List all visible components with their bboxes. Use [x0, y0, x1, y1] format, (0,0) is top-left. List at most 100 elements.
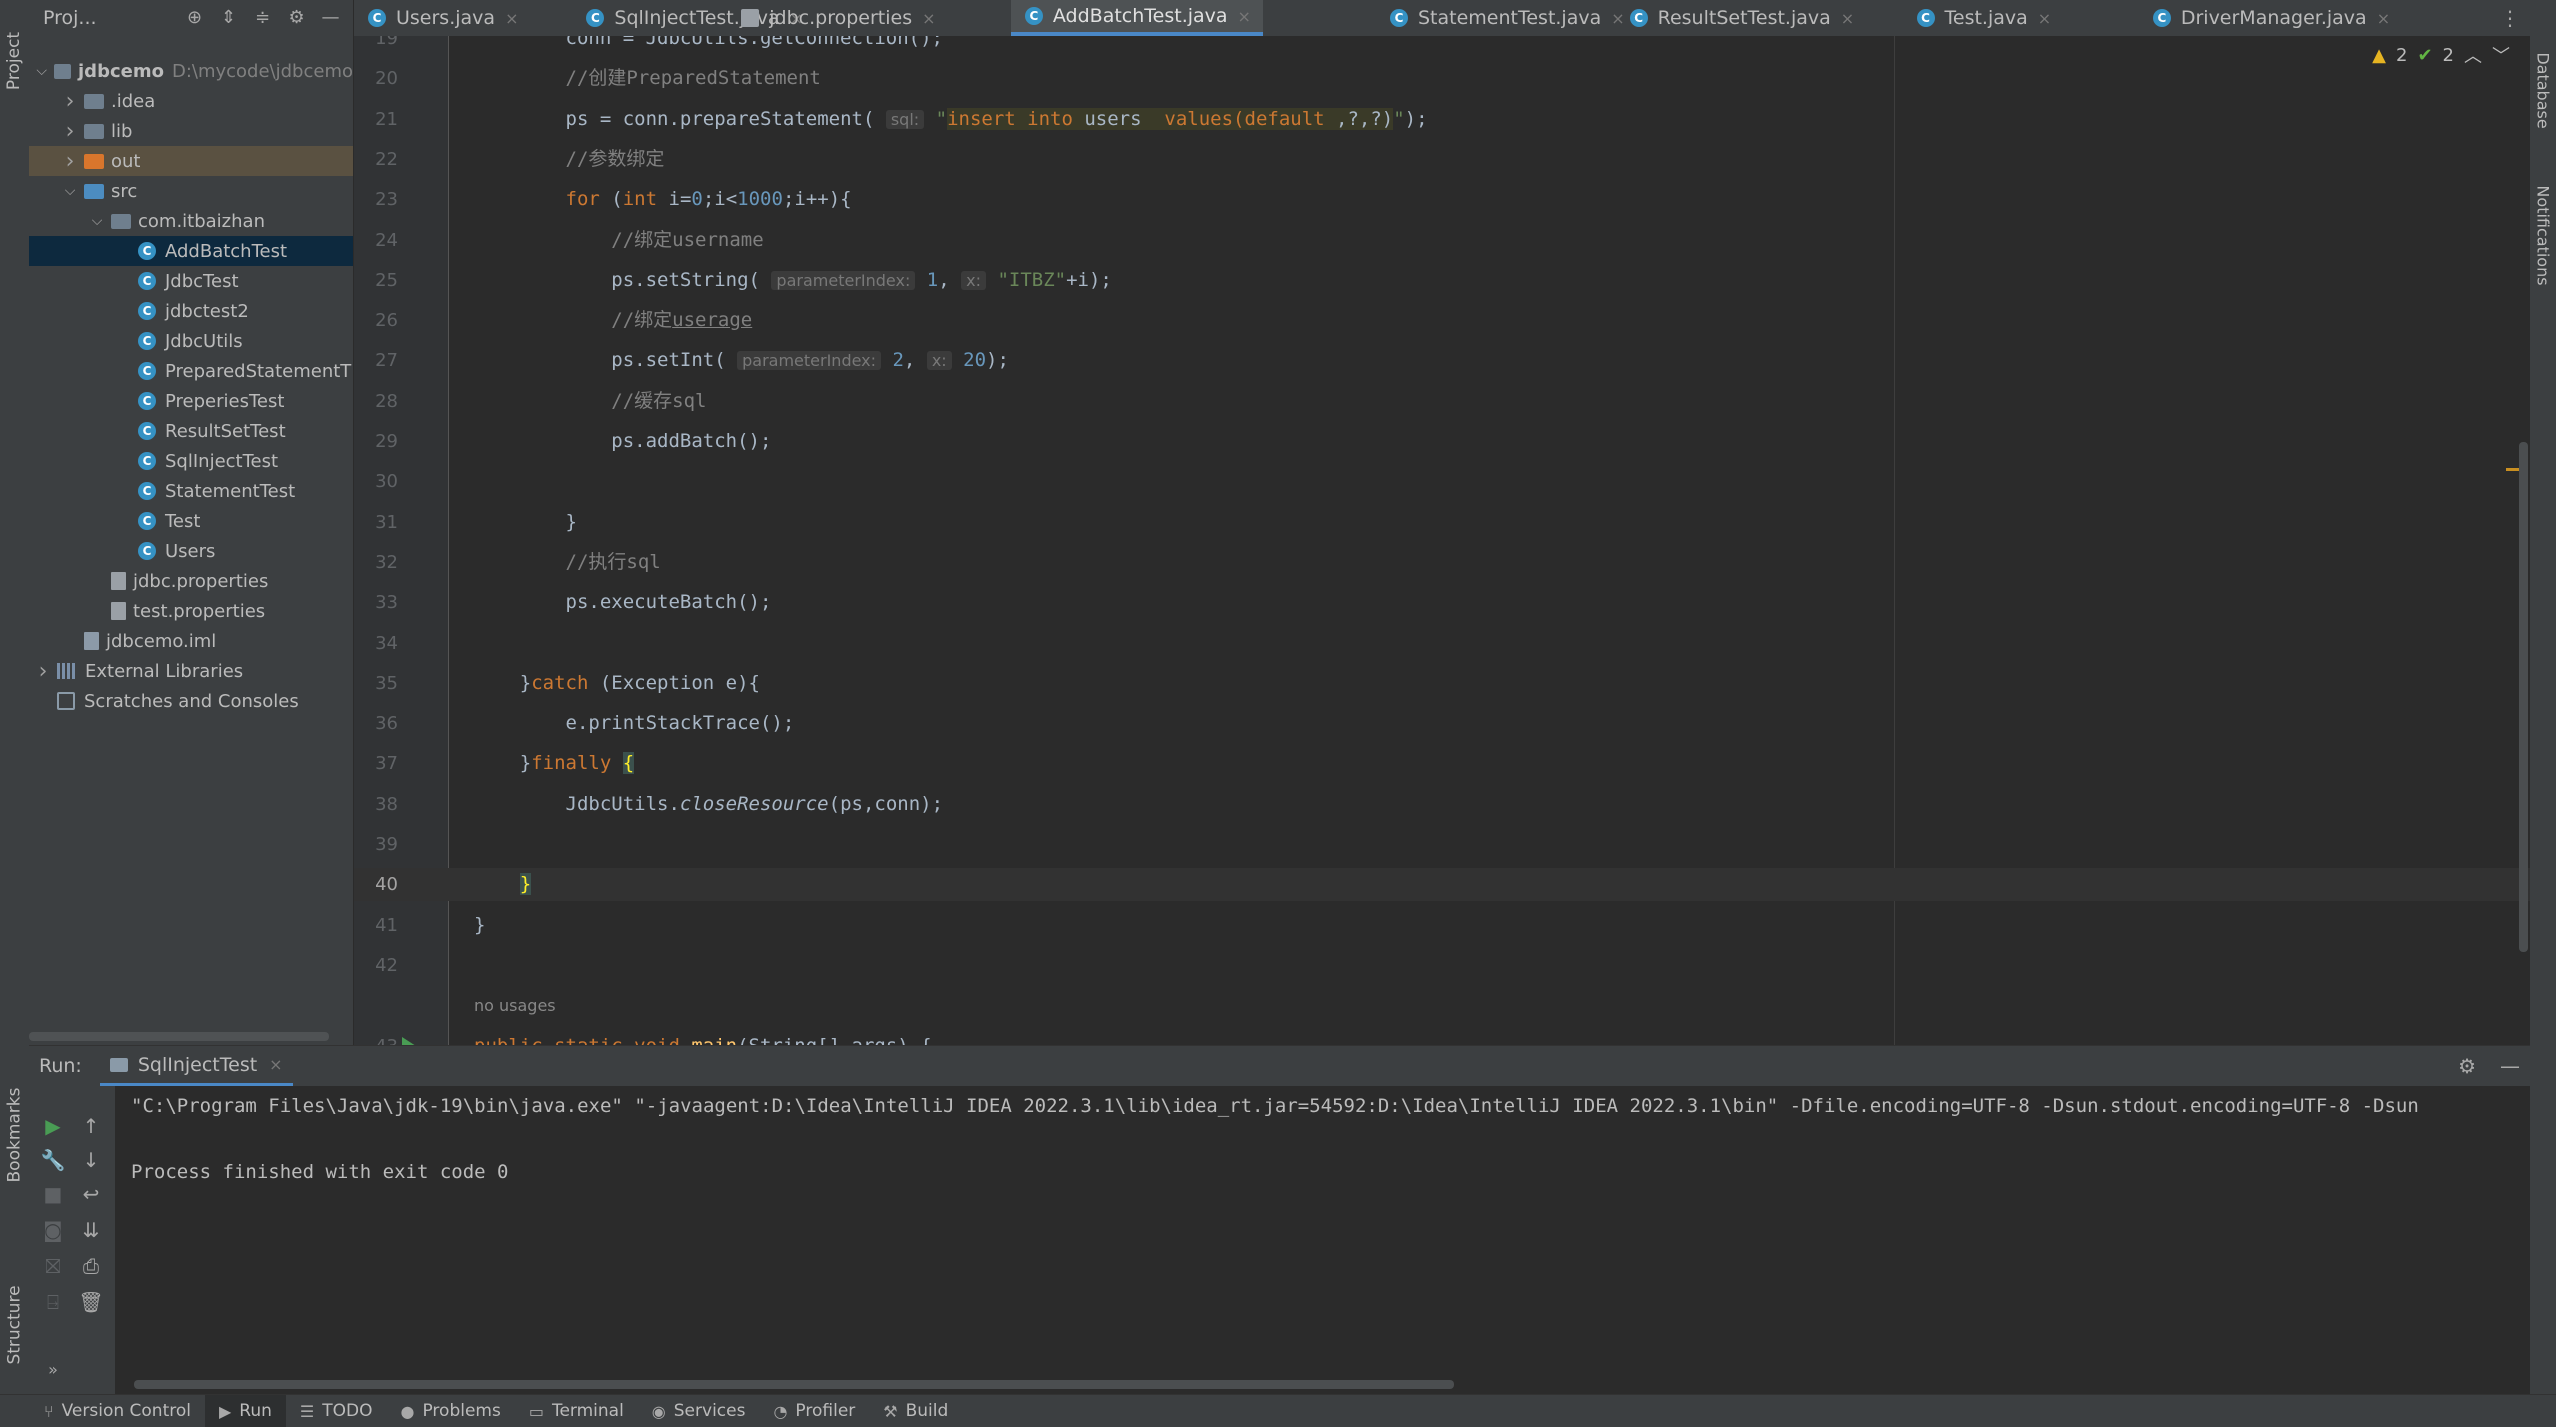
tool-window-run[interactable]: ▶ Run [204, 1395, 286, 1427]
chevron-right-icon[interactable]: › [62, 119, 78, 144]
tree-item[interactable]: C PreparedStatementT [29, 356, 353, 386]
tree-item[interactable]: C AddBatchTest [29, 236, 353, 266]
tree-item-label: jdbc.properties [133, 570, 269, 592]
close-icon[interactable]: × [2038, 9, 2051, 28]
tree-item-label: src [111, 180, 138, 202]
code-line: 29 ps.addBatch(); [354, 425, 2530, 458]
project-tool-tab[interactable]: Project [0, 16, 29, 106]
tree-horizontal-scrollbar[interactable] [29, 1032, 329, 1041]
tree-item[interactable]: ⌵ src [29, 176, 353, 206]
tree-item[interactable]: › lib [29, 116, 353, 146]
scroll-down-icon[interactable]: ↓ [77, 1146, 105, 1174]
trash-icon[interactable]: 🗑 [77, 1288, 105, 1316]
chevron-down-icon[interactable]: ⌵ [62, 183, 78, 199]
tool-window-terminal[interactable]: ▭ Terminal [515, 1395, 638, 1427]
gear-icon[interactable]: ⚙ [2458, 1054, 2476, 1078]
tool-window-label: Build [905, 1401, 949, 1421]
previous-highlight-icon[interactable]: ︿ [2464, 42, 2482, 68]
folder-icon [84, 93, 104, 109]
next-highlight-icon[interactable]: ﹀ [2492, 42, 2510, 68]
database-tool-tab[interactable]: Database [2530, 40, 2556, 140]
editor-vertical-scrollbar[interactable] [2519, 442, 2528, 952]
tree-item[interactable]: ⌵ jdbcemo D:\mycode\jdbcemo [29, 56, 353, 86]
tree-item-label: test.properties [133, 600, 266, 622]
tab-statementtest-java[interactable]: C StatementTest.java × [1376, 0, 1637, 36]
scroll-to-end-icon[interactable]: ⇊ [77, 1216, 105, 1244]
tab-drivermanager-java[interactable]: C DriverManager.java × [2139, 0, 2402, 36]
expand-all-icon[interactable]: ⇕ [219, 8, 239, 28]
project-view-selector[interactable]: Proj... [43, 7, 97, 29]
console-output[interactable]: "C:\Program Files\Java\jdk-19\bin\java.e… [131, 1086, 2530, 1395]
tree-item[interactable]: C JdbcUtils [29, 326, 353, 356]
run-tab[interactable]: SqlInjectTest × [99, 1046, 293, 1086]
code-line: 33 ps.executeBatch(); [354, 586, 2530, 619]
rerun-icon[interactable]: ▶ [39, 1112, 67, 1140]
tree-item[interactable]: Cjdbctest2 [29, 296, 353, 326]
code-line: 21 ps = conn.prepareStatement( sql: "ins… [354, 103, 2530, 136]
more-tabs-icon[interactable]: ⋮ [2500, 6, 2520, 30]
tree-item[interactable]: C SqlInjectTest [29, 446, 353, 476]
tree-item[interactable]: jdbcemo.iml [29, 626, 353, 656]
restore-layout-icon[interactable]: ⍈ [39, 1288, 67, 1316]
structure-tool-tab[interactable]: Structure [0, 1270, 29, 1380]
tree-item[interactable]: jdbc.properties [29, 566, 353, 596]
tree-item[interactable]: C PreperiesTest [29, 386, 353, 416]
close-icon[interactable]: × [2377, 9, 2390, 28]
locate-icon[interactable]: ⊕ [185, 8, 205, 28]
hide-panel-icon[interactable]: — [2500, 1054, 2520, 1078]
tree-item[interactable]: › out [29, 146, 353, 176]
usages-hint[interactable]: no usages [474, 996, 556, 1015]
scroll-up-icon[interactable]: ↑ [77, 1112, 105, 1140]
bookmarks-tool-tab[interactable]: Bookmarks [0, 1080, 29, 1190]
tool-window-profiler[interactable]: ◔ Profiler [759, 1395, 869, 1427]
close-icon[interactable]: × [922, 9, 935, 28]
soft-wrap-icon[interactable]: ↩ [77, 1180, 105, 1208]
chevron-right-icon[interactable]: › [62, 89, 78, 114]
chevron-right-icon[interactable]: › [35, 659, 51, 684]
close-icon[interactable]: × [505, 9, 518, 28]
hide-panel-icon[interactable]: — [321, 8, 341, 28]
stop-icon[interactable]: ■ [39, 1180, 67, 1208]
chevron-right-icon[interactable]: › [62, 149, 78, 174]
tree-item[interactable]: › .idea [29, 86, 353, 116]
tree-item[interactable]: ⌵ com.itbaizhan [29, 206, 353, 236]
close-icon[interactable]: × [1238, 7, 1251, 26]
tree-item[interactable]: C StatementTest [29, 476, 353, 506]
wrench-icon[interactable]: 🔧 [39, 1146, 67, 1174]
tree-item[interactable]: C Test [29, 506, 353, 536]
chevron-down-icon[interactable]: ⌵ [89, 213, 105, 229]
notifications-tool-tab[interactable]: Notifications [2530, 170, 2556, 300]
code-token: } [474, 671, 532, 694]
close-icon[interactable]: × [1841, 9, 1854, 28]
tool-window-build[interactable]: ⚒ Build [869, 1395, 962, 1427]
tab-users-java[interactable]: C Users.java × [354, 0, 530, 36]
tree-item[interactable]: › External Libraries [29, 656, 353, 686]
run-gutter-icon[interactable] [402, 1036, 416, 1045]
collapse-all-icon[interactable]: ≑ [253, 8, 273, 28]
tool-window-problems[interactable]: ● Problems [387, 1395, 515, 1427]
tool-window-services[interactable]: ◉ Services [638, 1395, 760, 1427]
code-token: values( [1141, 107, 1245, 130]
tree-item[interactable]: Scratches and Consoles [29, 686, 353, 716]
tab-jdbc-properties[interactable]: jdbc.properties × [727, 0, 947, 36]
print-icon[interactable]: ⎙ [77, 1252, 105, 1280]
console-horizontal-scrollbar[interactable] [134, 1380, 1454, 1389]
tree-item[interactable]: C Users [29, 536, 353, 566]
gear-icon[interactable]: ⚙ [287, 8, 307, 28]
close-icon[interactable]: × [269, 1055, 282, 1074]
code-editor[interactable]: 19 conn = JdbcUtils.getConnection(); 20 /… [354, 36, 2530, 1045]
tree-item[interactable]: test.properties [29, 596, 353, 626]
tool-window-todo[interactable]: ☰ TODO [286, 1395, 387, 1427]
inspection-widget[interactable]: ▲ 2 ✔ 2 ︿ ﹀ [2372, 42, 2510, 68]
tab-test-java[interactable]: C Test.java × [1903, 0, 2064, 36]
code-token: e.printStackTrace(); [474, 712, 795, 735]
tree-item[interactable]: C JdbcTest [29, 266, 353, 296]
tool-window-version-control[interactable]: ⑂ Version Control [30, 1395, 205, 1427]
tree-item[interactable]: C ResultSetTest [29, 416, 353, 446]
camera-icon[interactable]: ◙ [39, 1216, 67, 1244]
tab-resultsettest-java[interactable]: C ResultSetTest.java × [1616, 0, 1867, 36]
tab-addbatchtest-java[interactable]: C AddBatchTest.java × [1010, 0, 1263, 36]
more-icon[interactable]: » [39, 1356, 67, 1384]
chevron-down-icon[interactable]: ⌵ [35, 63, 48, 79]
exit-icon[interactable]: ⛝ [39, 1252, 67, 1280]
